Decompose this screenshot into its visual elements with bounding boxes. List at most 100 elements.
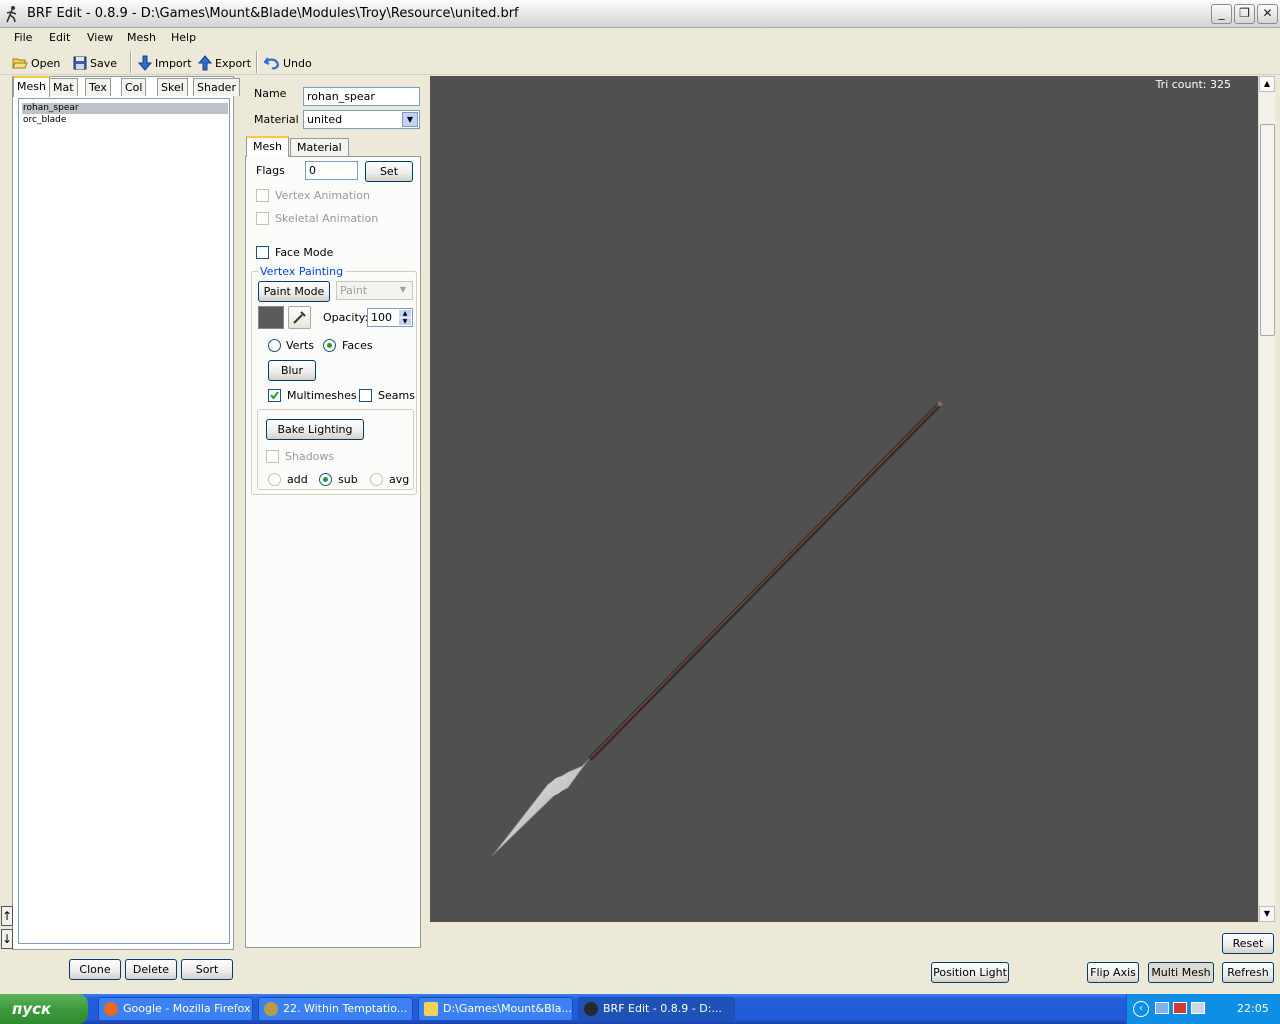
position-light-button[interactable]: Position Light	[931, 962, 1009, 983]
taskbar-item-label: Google - Mozilla Firefox	[123, 1002, 251, 1015]
material-label: Material	[254, 113, 299, 126]
move-up-icon[interactable]: ↑	[1, 906, 13, 926]
tab-shader[interactable]: Shader	[193, 78, 240, 96]
start-button[interactable]: пуск	[0, 994, 88, 1024]
tab-col[interactable]: Col	[121, 78, 147, 96]
taskbar-item-explorer[interactable]: D:\Games\Mount&Bla...	[418, 997, 573, 1021]
tab-skel[interactable]: Skel	[157, 78, 188, 96]
taskbar-item-music[interactable]: 22. Within Temptatio...	[258, 997, 413, 1021]
refresh-button[interactable]: Refresh	[1222, 962, 1274, 983]
paint-mode-button[interactable]: Paint Mode	[258, 281, 330, 302]
3d-viewport[interactable]: Tri count: 325	[430, 76, 1258, 922]
scroll-down-icon[interactable]: ▼	[1259, 906, 1275, 922]
flags-field[interactable]: 0	[305, 161, 358, 180]
color-picker-button[interactable]	[288, 306, 311, 329]
shadows-label: Shadows	[285, 450, 335, 463]
menu-mesh[interactable]: Mesh	[127, 31, 156, 44]
clone-button[interactable]: Clone	[69, 959, 121, 980]
viewport-scrollbar[interactable]: ▲ ▼	[1258, 76, 1275, 922]
tab-mat[interactable]: Mat	[49, 78, 78, 96]
taskbar-item-label: D:\Games\Mount&Bla...	[443, 1002, 572, 1015]
music-player-icon	[264, 1002, 278, 1016]
security-alert-icon[interactable]	[1173, 1002, 1187, 1014]
paint-select[interactable]: Paint ▼	[336, 281, 413, 300]
material-select[interactable]: united ▼	[303, 110, 420, 129]
multi-mesh-button[interactable]: Multi Mesh	[1148, 962, 1214, 983]
sub-radio[interactable]	[319, 473, 332, 486]
save-label: Save	[90, 56, 118, 70]
paint-color-swatch[interactable]	[258, 306, 284, 329]
vertex-animation-checkbox[interactable]	[256, 189, 269, 202]
faces-label: Faces	[342, 339, 373, 352]
spear-model	[491, 401, 943, 857]
reset-button[interactable]: Reset	[1222, 933, 1274, 954]
list-item[interactable]: rohan_spear	[22, 103, 228, 114]
tab-material-props[interactable]: Material	[290, 138, 349, 157]
set-flags-button[interactable]: Set	[365, 161, 413, 182]
start-label: пуск	[12, 1000, 52, 1018]
tab-tex[interactable]: Tex	[85, 78, 111, 96]
firefox-icon	[104, 1002, 118, 1016]
chevron-down-icon[interactable]: ▼	[402, 112, 418, 127]
faces-radio[interactable]	[323, 339, 336, 352]
taskbar-item-brfedit[interactable]: BRF Edit - 0.8.9 - D:...	[578, 997, 735, 1021]
clock: 22:05	[1237, 1002, 1269, 1015]
undo-button[interactable]: Undo	[264, 53, 312, 73]
spin-up-icon[interactable]: ▲	[399, 310, 411, 317]
sub-label: sub	[338, 473, 358, 486]
tab-mesh[interactable]: Mesh	[13, 76, 50, 97]
sort-button[interactable]: Sort	[181, 959, 233, 980]
blur-button[interactable]: Blur	[268, 360, 316, 381]
taskbar-item-firefox[interactable]: Google - Mozilla Firefox	[98, 997, 253, 1021]
mesh-list[interactable]: rohan_spear orc_blade	[18, 98, 230, 944]
open-button[interactable]: Open	[12, 53, 60, 73]
import-button[interactable]: Import	[138, 53, 192, 73]
verts-label: Verts	[286, 339, 315, 352]
arrow-up-icon	[198, 55, 212, 71]
avg-radio[interactable]	[370, 473, 383, 486]
export-button[interactable]: Export	[198, 53, 251, 73]
menu-help[interactable]: Help	[171, 31, 196, 44]
system-tray: ‹ 22:05	[1126, 994, 1280, 1024]
add-radio[interactable]	[268, 473, 281, 486]
shadows-checkbox[interactable]	[266, 450, 279, 463]
multimeshes-checkbox[interactable]	[268, 389, 281, 402]
spin-down-icon[interactable]: ▼	[399, 318, 411, 325]
maximize-button[interactable]: ❐	[1234, 4, 1255, 24]
menu-file[interactable]: File	[14, 31, 32, 44]
bake-lighting-button[interactable]: Bake Lighting	[266, 419, 364, 440]
move-down-icon[interactable]: ↓	[1, 929, 13, 949]
menu-bar: File Edit View Mesh Help	[0, 28, 1280, 48]
seams-checkbox[interactable]	[359, 389, 372, 402]
vertex-painting-title: Vertex Painting	[258, 265, 346, 278]
arrow-down-icon	[138, 55, 152, 71]
flip-axis-button[interactable]: Flip Axis	[1087, 962, 1139, 983]
minimize-button[interactable]: _	[1211, 4, 1232, 24]
save-button[interactable]: Save	[73, 53, 117, 73]
window-title: BRF Edit - 0.8.9 - D:\Games\Mount&Blade\…	[27, 6, 519, 21]
tray-expand-icon[interactable]: ‹	[1133, 1001, 1149, 1017]
menu-edit[interactable]: Edit	[49, 31, 70, 44]
material-value: united	[307, 113, 343, 126]
menu-view[interactable]: View	[87, 31, 113, 44]
network-icon[interactable]	[1155, 1002, 1169, 1014]
scroll-thumb[interactable]	[1260, 124, 1275, 336]
verts-radio[interactable]	[268, 339, 281, 352]
volume-icon[interactable]	[1191, 1002, 1205, 1014]
face-mode-checkbox[interactable]	[256, 246, 269, 259]
opacity-spinbox[interactable]: 100 ▲ ▼	[367, 308, 413, 327]
multimeshes-label: Multimeshes	[287, 389, 357, 402]
tab-mesh-props[interactable]: Mesh	[246, 136, 289, 157]
skeletal-animation-checkbox[interactable]	[256, 212, 269, 225]
save-disk-icon	[73, 56, 87, 70]
delete-button[interactable]: Delete	[125, 959, 177, 980]
seams-label: Seams	[378, 389, 415, 402]
close-button[interactable]: ✕	[1257, 4, 1278, 24]
name-field[interactable]: rohan_spear	[303, 87, 420, 106]
import-label: Import	[155, 56, 192, 70]
list-item[interactable]: orc_blade	[22, 115, 228, 126]
scroll-up-icon[interactable]: ▲	[1259, 76, 1275, 92]
brf-edit-icon	[584, 1002, 598, 1016]
toolbar-separator	[130, 51, 132, 73]
toolbar: Open Save Import Export Undo	[0, 49, 1280, 75]
